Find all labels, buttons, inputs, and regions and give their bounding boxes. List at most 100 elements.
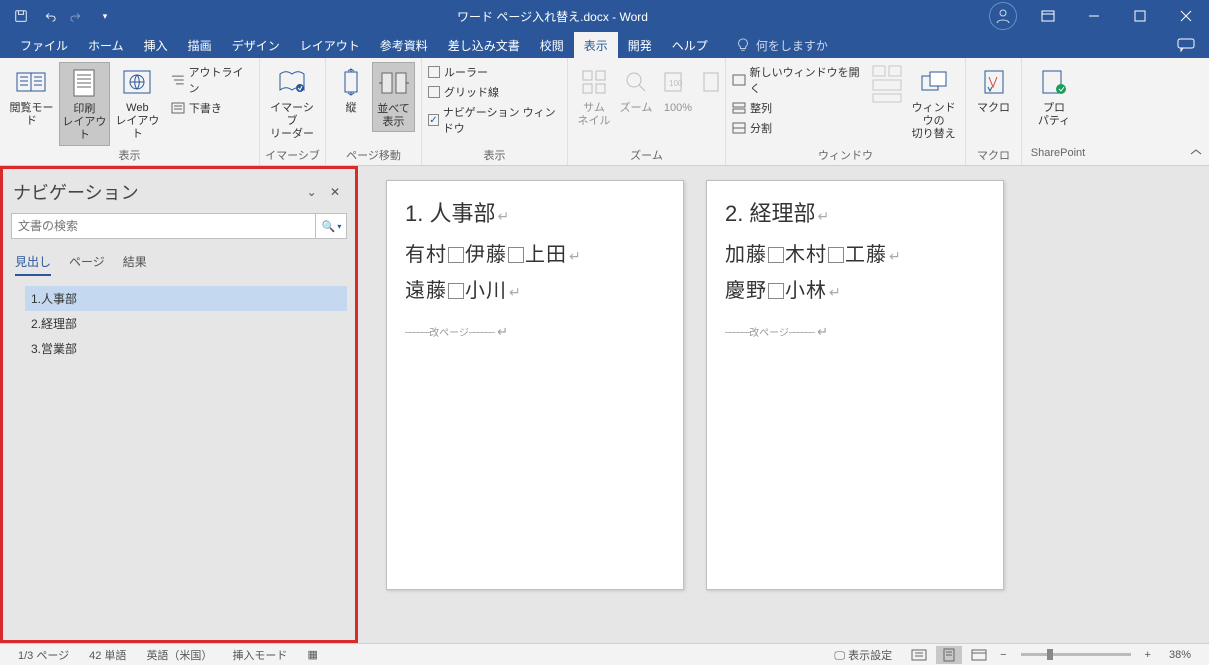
close-icon[interactable]: [1163, 0, 1209, 32]
zoom-button[interactable]: ズーム: [616, 62, 656, 117]
ribbon-display-icon[interactable]: [1025, 0, 1071, 32]
tell-me[interactable]: 何をしますか: [718, 32, 828, 58]
new-window-button[interactable]: 新しいウィンドウを開く: [732, 64, 867, 96]
qat-dropdown-icon[interactable]: ▾: [94, 5, 116, 27]
document-page-2[interactable]: 2. 経理部 加藤木村工藤 慶野小林 改ページ↵: [706, 180, 1004, 590]
view-side-by-side-icon[interactable]: [871, 64, 903, 104]
zoom-out-button[interactable]: −: [996, 649, 1010, 661]
heading-item[interactable]: 3.営業部: [25, 336, 347, 361]
document-page-1[interactable]: 1. 人事部 有村伊藤上田 遠藤小川 改ページ↵: [386, 180, 684, 590]
properties-button[interactable]: プロ パティ: [1028, 62, 1080, 130]
tab-mailings[interactable]: 差し込み文書: [438, 32, 530, 58]
macro-record-icon[interactable]: ▦: [297, 648, 327, 661]
status-language[interactable]: 英語（米国）: [136, 647, 222, 663]
tab-review[interactable]: 校閲: [530, 32, 574, 58]
ruler-checkbox[interactable]: ルーラー: [428, 64, 561, 80]
group-label-window: ウィンドウ: [726, 147, 965, 165]
group-label-immersive: イマーシブ: [260, 147, 325, 165]
tab-file[interactable]: ファイル: [10, 32, 78, 58]
nav-tab-headings[interactable]: 見出し: [15, 253, 51, 276]
document-title: ワード ページ入れ替え.docx - Word: [116, 8, 989, 25]
minimize-icon[interactable]: [1071, 0, 1117, 32]
tab-view[interactable]: 表示: [574, 32, 618, 58]
immersive-reader-button[interactable]: イマーシブ リーダー: [266, 62, 318, 144]
tab-insert[interactable]: 挿入: [134, 32, 178, 58]
focus-mode-icon[interactable]: [906, 646, 932, 664]
zoom-slider[interactable]: [1021, 653, 1131, 656]
title-bar: ▾ ワード ページ入れ替え.docx - Word: [0, 0, 1209, 32]
page2-line2: 慶野小林: [725, 276, 985, 306]
chevron-down-icon[interactable]: ⌄: [302, 185, 322, 199]
group-label-sharepoint: SharePoint: [1022, 147, 1094, 165]
page-break-marker: 改ページ↵: [405, 324, 665, 340]
web-layout-icon: [119, 64, 155, 100]
heading-item[interactable]: 2.経理部: [25, 311, 347, 336]
tab-home[interactable]: ホーム: [78, 32, 134, 58]
redo-icon[interactable]: [66, 5, 88, 27]
lightbulb-icon: [736, 38, 750, 52]
status-words[interactable]: 42 単語: [79, 647, 136, 663]
tab-references[interactable]: 参考資料: [370, 32, 438, 58]
switch-windows-button[interactable]: ウィンドウの 切り替え: [908, 62, 959, 144]
display-settings[interactable]: 🖵 表示設定: [824, 647, 902, 663]
print-layout-icon: [66, 65, 102, 101]
zoom-icon: [618, 64, 654, 100]
tab-help[interactable]: ヘルプ: [662, 32, 718, 58]
tab-draw[interactable]: 描画: [178, 32, 222, 58]
draft-button[interactable]: 下書き: [171, 100, 253, 116]
undo-icon[interactable]: [38, 5, 60, 27]
search-box: 🔍 ▾: [11, 213, 347, 239]
navigation-pane: ナビゲーション ⌄ ✕ 🔍 ▾ 見出し ページ 結果 1.人事部 2.経理部 3…: [0, 166, 358, 643]
close-pane-icon[interactable]: ✕: [325, 185, 345, 199]
tab-layout[interactable]: レイアウト: [290, 32, 370, 58]
zoom-extra-button[interactable]: [700, 62, 722, 104]
split-icon: [732, 122, 746, 134]
gridlines-checkbox[interactable]: グリッド線: [428, 84, 561, 100]
immersive-reader-icon: [274, 64, 310, 100]
document-area: 1. 人事部 有村伊藤上田 遠藤小川 改ページ↵ 2. 経理部 加藤木村工藤 慶…: [358, 166, 1209, 643]
zoom-level[interactable]: 38%: [1159, 649, 1201, 661]
status-page[interactable]: 1/3 ページ: [8, 647, 79, 663]
web-layout-view-icon[interactable]: [966, 646, 992, 664]
collapse-ribbon-icon[interactable]: [1189, 147, 1203, 161]
autosave-icon[interactable]: [10, 5, 32, 27]
group-label-show: 表示: [422, 147, 567, 165]
account-icon[interactable]: [989, 2, 1017, 30]
comment-icon[interactable]: [1177, 38, 1195, 52]
zoom-100-button[interactable]: 100100%: [658, 62, 698, 117]
group-label-zoom: ズーム: [568, 147, 725, 165]
navigation-title: ナビゲーション: [13, 179, 139, 205]
thumbnails-button[interactable]: サム ネイル: [574, 62, 614, 130]
vertical-button[interactable]: 縦: [332, 62, 370, 117]
print-layout-button[interactable]: 印刷 レイアウト: [59, 62, 110, 146]
draft-icon: [171, 102, 185, 114]
nav-tab-pages[interactable]: ページ: [69, 253, 105, 276]
heading-item[interactable]: 1.人事部: [25, 286, 347, 311]
page2-heading: 2. 経理部: [725, 199, 985, 230]
outline-button[interactable]: アウトライン: [171, 64, 253, 96]
page2-line1: 加藤木村工藤: [725, 240, 985, 270]
nav-tab-results[interactable]: 結果: [123, 253, 147, 276]
side-by-side-button[interactable]: 並べて 表示: [372, 62, 415, 132]
arrange-all-button[interactable]: 整列: [732, 100, 867, 116]
read-mode-button[interactable]: 閲覧モード: [6, 62, 57, 130]
search-input[interactable]: [11, 213, 347, 239]
page-break-marker: 改ページ↵: [725, 324, 985, 340]
navigation-pane-checkbox[interactable]: ✓ナビゲーション ウィンドウ: [428, 104, 561, 136]
vertical-icon: [333, 64, 369, 100]
ribbon: 閲覧モード 印刷 レイアウト Web レイアウト アウトライン 下書き 表示 イ…: [0, 58, 1209, 166]
search-button[interactable]: 🔍 ▾: [315, 213, 347, 239]
maximize-icon[interactable]: [1117, 0, 1163, 32]
zoom-in-button[interactable]: +: [1141, 649, 1155, 661]
status-mode[interactable]: 挿入モード: [222, 647, 297, 663]
print-layout-view-icon[interactable]: [936, 646, 962, 664]
tab-developer[interactable]: 開発: [618, 32, 662, 58]
macros-button[interactable]: マクロ: [972, 62, 1015, 117]
web-layout-button[interactable]: Web レイアウト: [112, 62, 163, 144]
page-width-icon: [693, 64, 729, 100]
tab-design[interactable]: デザイン: [222, 32, 290, 58]
split-button[interactable]: 分割: [732, 120, 867, 136]
side-by-side-icon: [376, 65, 412, 101]
tell-me-label: 何をしますか: [756, 37, 828, 54]
read-mode-icon: [13, 64, 49, 100]
